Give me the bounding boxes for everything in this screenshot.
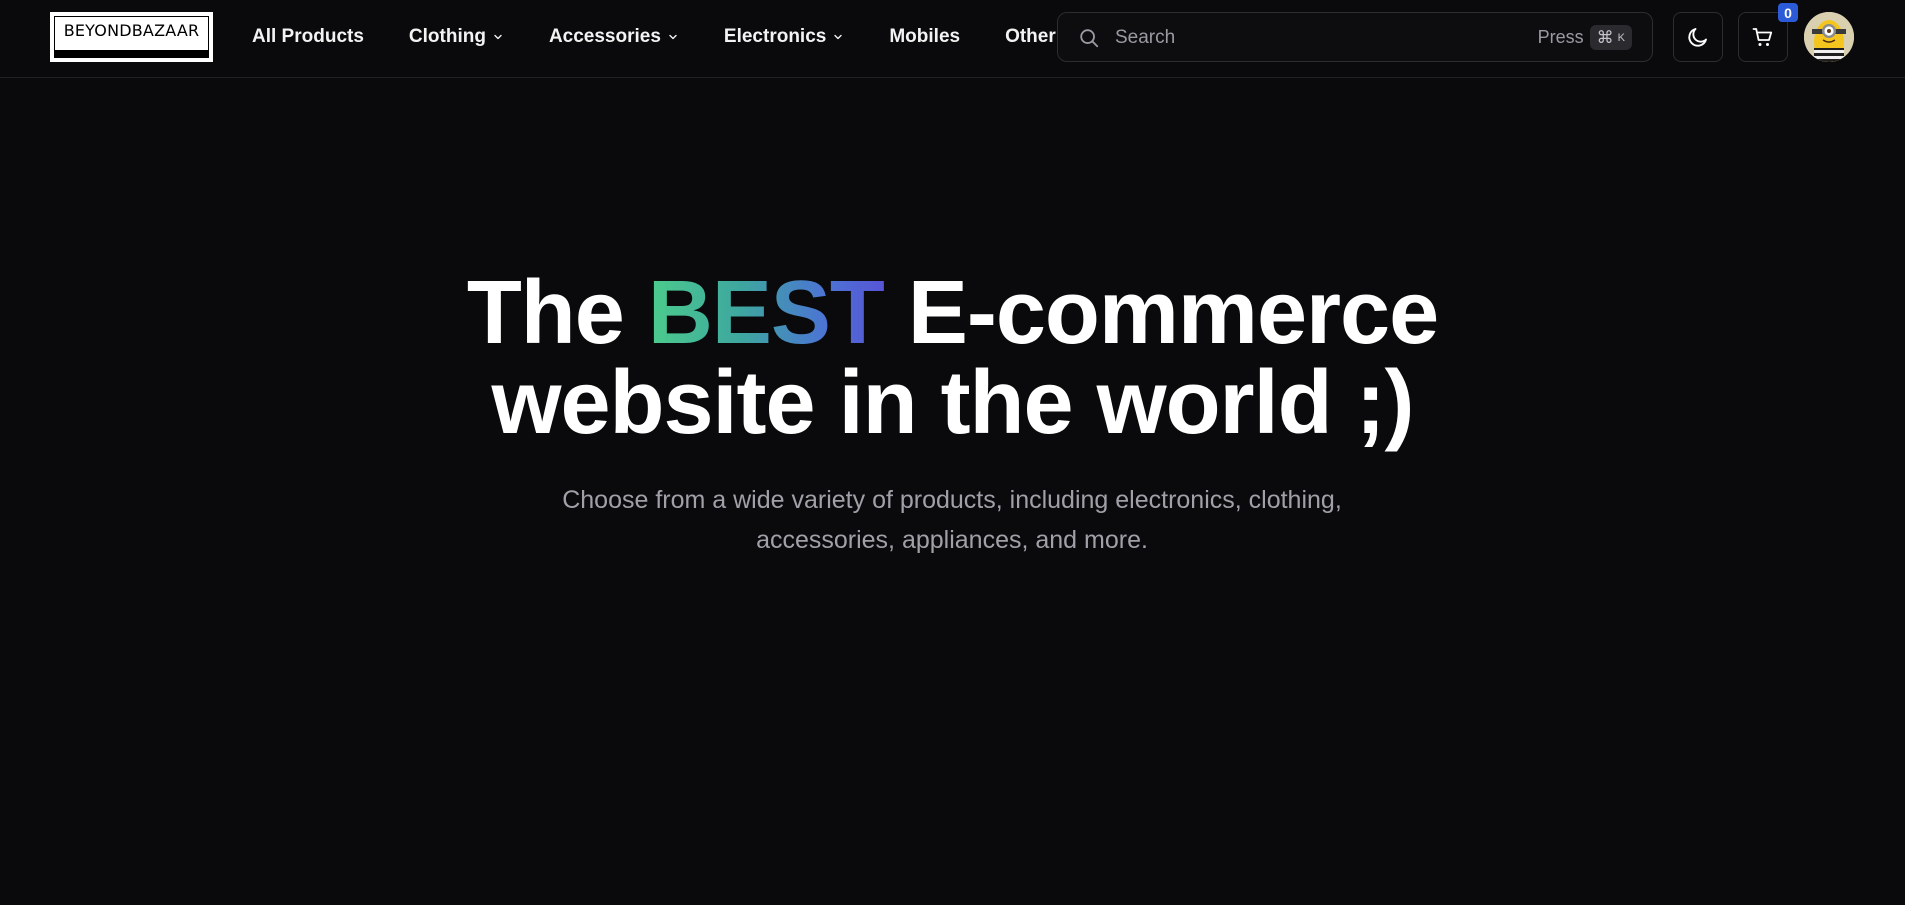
chevron-down-icon bbox=[834, 34, 843, 40]
hero-title-part1: The bbox=[466, 263, 648, 363]
cart-icon bbox=[1752, 28, 1773, 46]
nav-item-other[interactable]: Other bbox=[1005, 26, 1056, 48]
nav-item-clothing[interactable]: Clothing bbox=[409, 26, 504, 48]
search-icon bbox=[1080, 29, 1099, 48]
minion-avatar-icon bbox=[1804, 12, 1854, 62]
main-nav: All Products Clothing Accessories Electr… bbox=[252, 0, 1101, 74]
moon-icon bbox=[1688, 28, 1707, 47]
nav-item-label: Electronics bbox=[723, 26, 827, 47]
brand-logo[interactable]: BEYONDBAZAAR bbox=[50, 12, 213, 62]
shortcut-key: K bbox=[1617, 31, 1625, 44]
command-key-icon: ⌘ bbox=[1596, 27, 1614, 47]
nav-item-label: Mobiles bbox=[889, 26, 961, 47]
theme-toggle-button[interactable] bbox=[1673, 12, 1723, 62]
hero-title-line2: website in the world ;) bbox=[491, 353, 1414, 453]
nav-item-label: Clothing bbox=[408, 26, 486, 47]
hero-subtitle: Choose from a wide variety of products, … bbox=[562, 486, 1342, 554]
nav-item-label: All Products bbox=[252, 26, 364, 47]
hero-title-highlight: BEST bbox=[647, 263, 885, 363]
nav-item-mobiles[interactable]: Mobiles bbox=[889, 26, 960, 48]
search-placeholder: Search bbox=[1115, 27, 1176, 48]
search-input[interactable]: Search Press ⌘ K bbox=[1057, 12, 1653, 62]
nav-item-accessories[interactable]: Accessories bbox=[549, 26, 679, 48]
top-navbar: BEYONDBAZAAR All Products Clothing Acces… bbox=[0, 0, 1905, 78]
brand-logo-text: BEYONDBAZAAR bbox=[54, 16, 209, 58]
search-shortcut-hint: Press ⌘ K bbox=[1538, 25, 1632, 50]
chevron-down-icon bbox=[494, 34, 502, 40]
hero-title: The BEST E-commerce website in the world… bbox=[0, 268, 1905, 448]
nav-item-electronics[interactable]: Electronics bbox=[724, 26, 844, 48]
chevron-down-icon bbox=[669, 34, 677, 40]
nav-item-label: Accessories bbox=[548, 26, 661, 47]
nav-item-all-products[interactable]: All Products bbox=[252, 26, 364, 48]
nav-item-label: Other bbox=[1005, 26, 1056, 47]
shortcut-prefix: Press bbox=[1537, 27, 1584, 47]
hero-title-part2: E-commerce bbox=[883, 263, 1439, 363]
user-avatar[interactable] bbox=[1804, 12, 1854, 62]
cart-count-badge: 0 bbox=[1778, 3, 1798, 22]
shortcut-kbd: ⌘ K bbox=[1589, 25, 1632, 50]
